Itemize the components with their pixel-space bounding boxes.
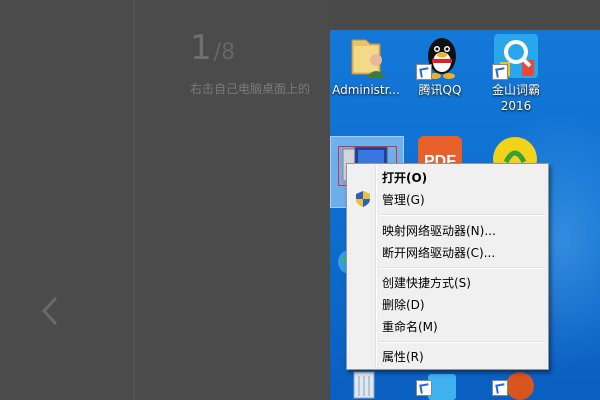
shortcut-arrow-icon (492, 380, 508, 396)
step-separator: / (213, 40, 222, 65)
desktop-icon-label-line2: 2016 (500, 99, 532, 113)
menu-item-delete[interactable]: 删除(D) (349, 293, 546, 315)
menu-item-create-shortcut[interactable]: 创建快捷方式(S) (349, 271, 546, 293)
step-current: 1 (190, 28, 212, 68)
step-total: 8 (221, 40, 236, 65)
shortcut-arrow-icon (416, 64, 432, 80)
previous-step-button[interactable] (36, 294, 64, 328)
tutorial-overlay (0, 0, 330, 400)
menu-item-open[interactable]: 打开(O) (349, 166, 546, 188)
desktop-icon-label: Administr... (332, 83, 400, 97)
menu-item-rename[interactable]: 重命名(M) (349, 315, 546, 337)
shortcut-arrow-icon (492, 64, 508, 80)
menu-item-disconnect-network-drive[interactable]: 断开网络驱动器(C)... (349, 241, 546, 263)
kingsoft-dict-icon (492, 32, 540, 80)
desktop-icon-qq[interactable]: 腾讯QQ (400, 32, 480, 98)
desktop-icon-kingsoft[interactable]: 金山词霸 2016 (476, 32, 556, 114)
desktop-icon-administrator[interactable]: Administr... (330, 32, 406, 98)
menu-separator (379, 341, 544, 343)
menu-item-map-network-drive[interactable]: 映射网络驱动器(N)... (349, 219, 546, 241)
panel-divider (133, 0, 135, 400)
menu-item-properties[interactable]: 属性(R) (349, 345, 546, 367)
shortcut-arrow-icon (416, 380, 432, 396)
desktop-icon-label: 金山词霸 (491, 83, 540, 97)
menu-item-manage[interactable]: 管理(G) (349, 188, 546, 210)
qq-penguin-icon (416, 32, 464, 80)
desktop-icon-label: 腾讯QQ (418, 83, 462, 97)
step-caption: 右击自己电脑桌面上的 (190, 82, 311, 96)
chevron-left-icon (41, 296, 58, 326)
menu-separator (379, 214, 544, 216)
step-counter: 1/8 (190, 28, 235, 68)
context-menu: 打开(O) 管理(G) 映射网络驱动器(N)... 断开网络驱动器(C)... … (346, 163, 549, 370)
uac-shield-icon (356, 191, 370, 207)
user-folder-icon (342, 32, 390, 80)
menu-separator (379, 267, 544, 269)
